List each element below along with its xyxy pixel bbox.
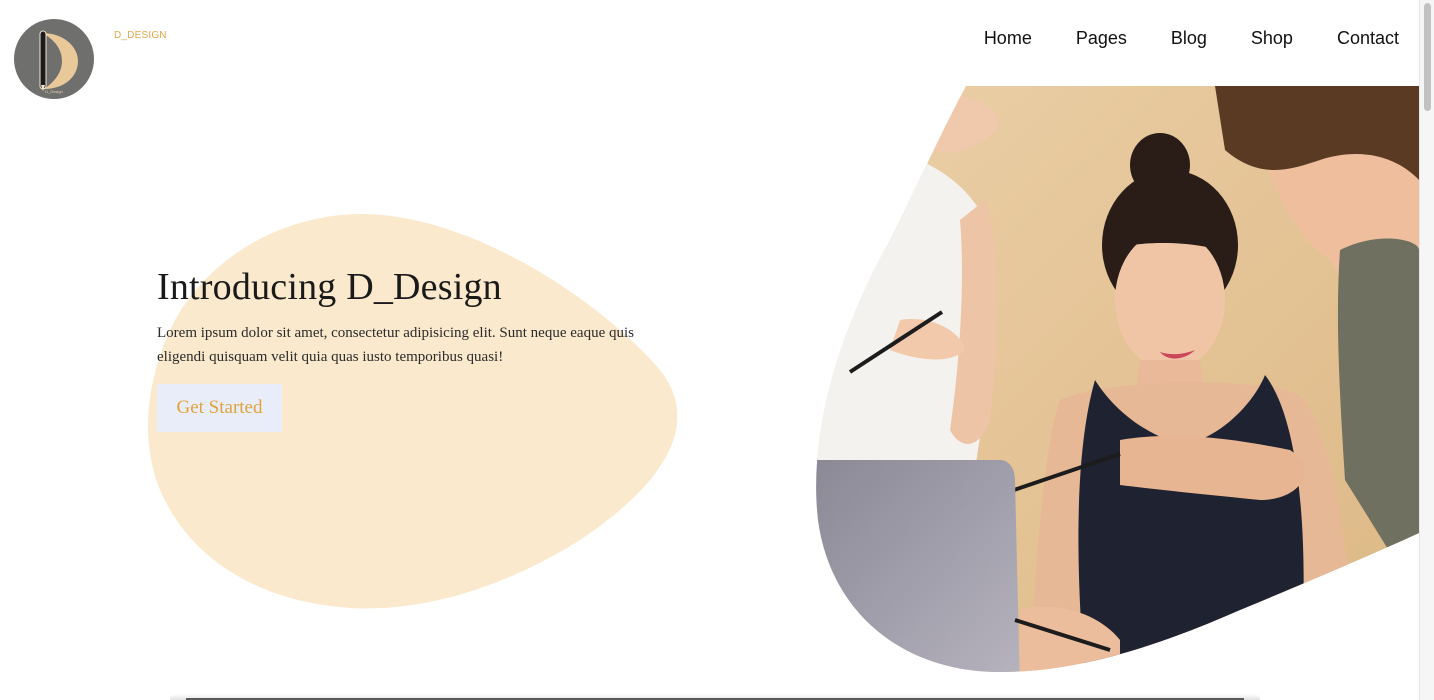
hero-photo — [816, 86, 1419, 672]
page-scrollbar[interactable] — [1419, 0, 1434, 700]
scrollbar-thumb[interactable] — [1424, 3, 1431, 111]
